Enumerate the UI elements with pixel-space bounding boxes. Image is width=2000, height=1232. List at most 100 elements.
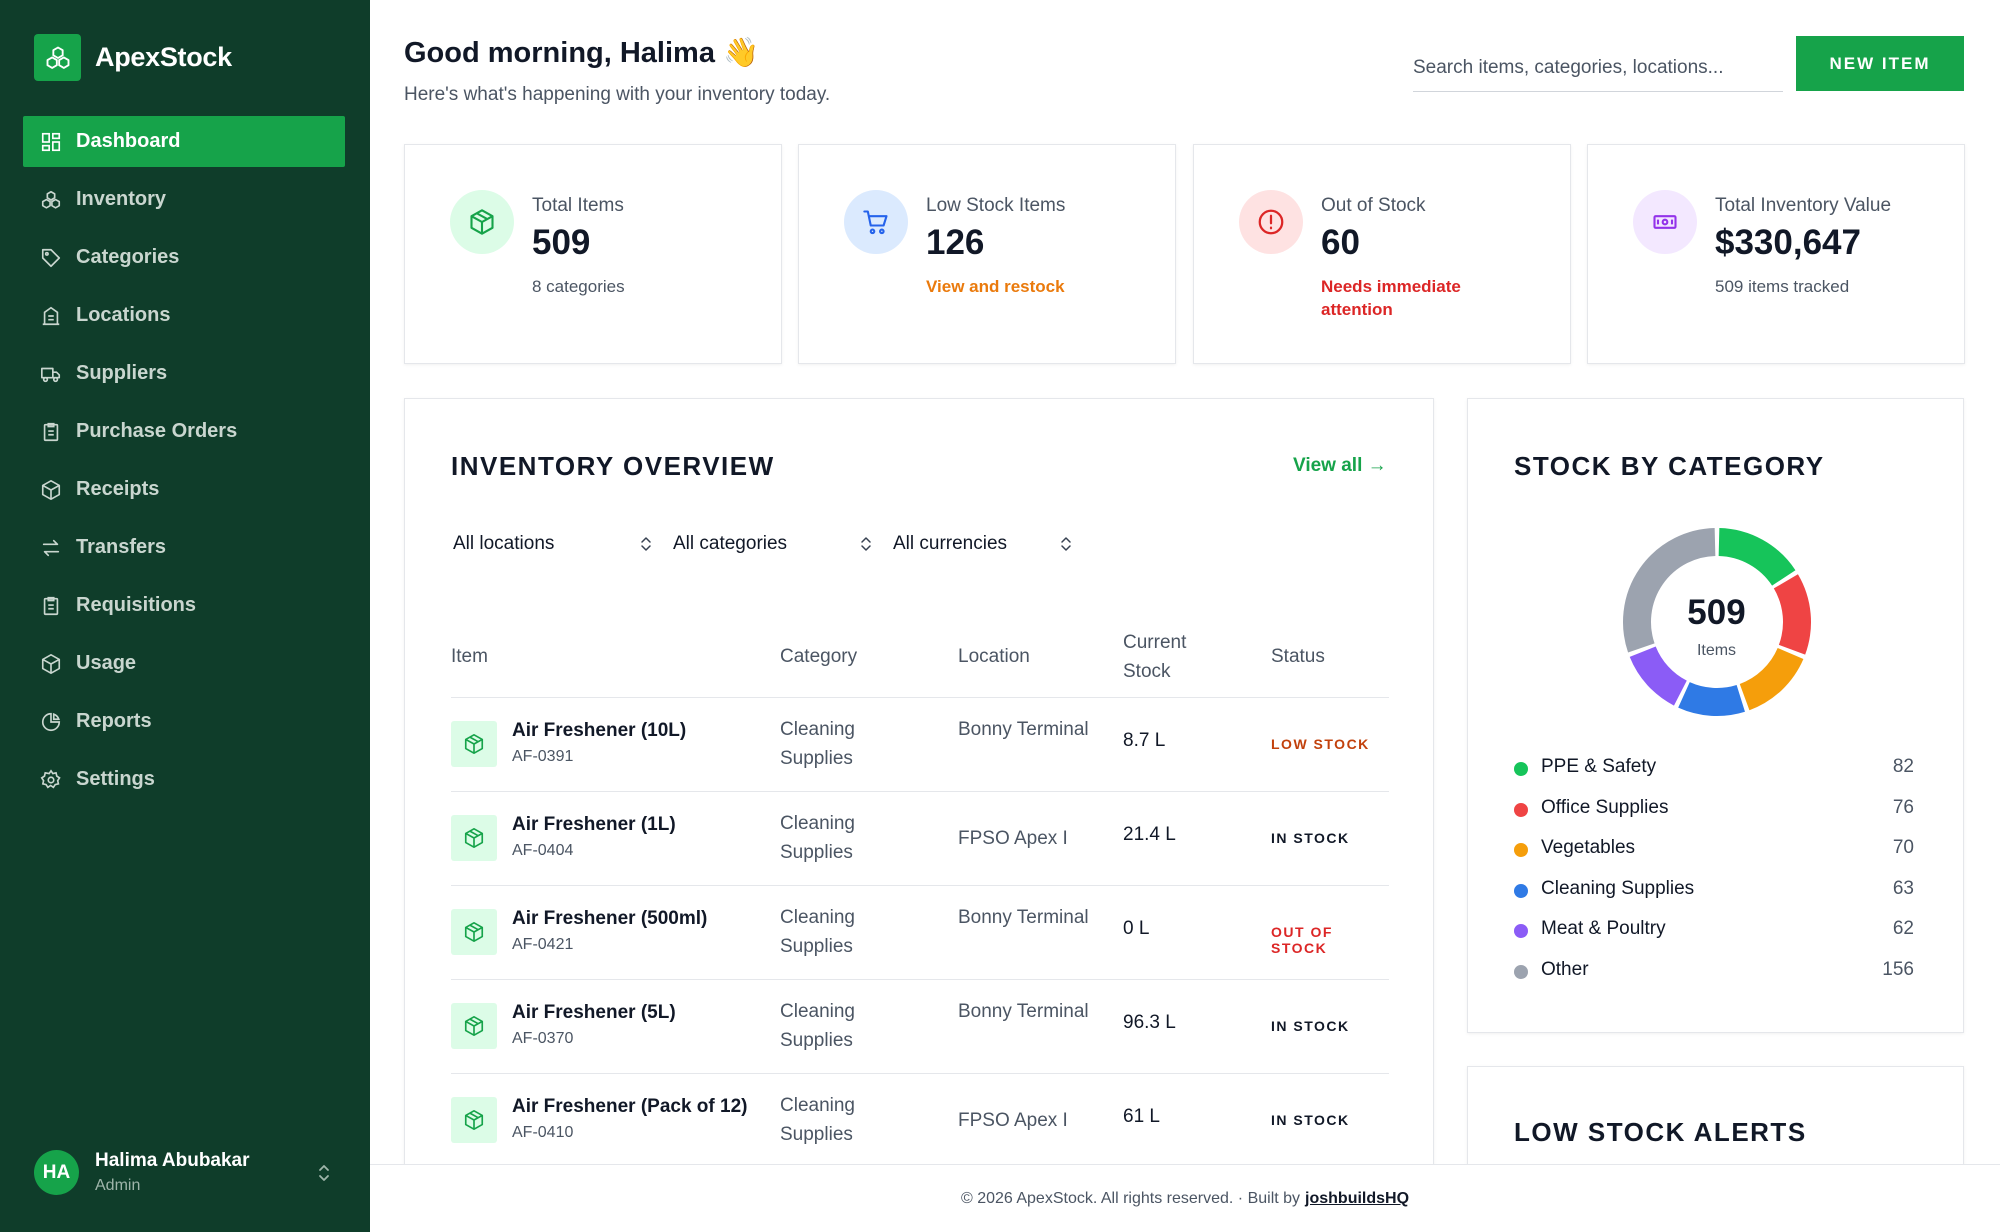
status-badge: OUT OF STOCK (1271, 924, 1333, 956)
new-item-button[interactable]: NEW ITEM (1796, 36, 1964, 91)
legend-item: Vegetables 70 (1514, 835, 1914, 865)
sidebar-item-label: Categories (76, 246, 180, 268)
item-location: FPSO Apex I (958, 1110, 1068, 1131)
page-subtitle: Here's what's happening with your invent… (404, 84, 831, 105)
status-badge: IN STOCK (1271, 1018, 1350, 1034)
box-icon (451, 815, 497, 861)
legend-name: Other (1541, 959, 1589, 980)
table-row[interactable]: Air Freshener (Pack of 12) AF-0410 Clean… (451, 1073, 1389, 1167)
pie-chart-icon (41, 712, 61, 731)
legend-dot (1514, 924, 1528, 938)
stat-subtext: 509 items tracked (1715, 277, 1850, 296)
sidebar-item-label: Usage (76, 652, 137, 674)
sidebar-item-label: Reports (76, 710, 152, 732)
legend-value: 76 (1892, 797, 1914, 818)
sidebar-item-requisitions[interactable]: Requisitions (23, 580, 345, 631)
item-category: Cleaning Supplies (780, 1001, 855, 1051)
stat-label: Low Stock Items (926, 195, 1066, 216)
legend-item: Other 156 (1514, 957, 1914, 987)
page-title: Good morning, Halima 👋 (404, 37, 760, 69)
column-header-status: Status (1271, 646, 1325, 667)
user-profile[interactable]: HA Halima Abubakar Admin (34, 1150, 334, 1195)
item-category: Cleaning Supplies (780, 907, 855, 957)
view-and-restock-link[interactable]: View and restock (926, 275, 1156, 298)
stat-label: Total Items (532, 195, 624, 216)
donut-total-label: Items (1696, 642, 1737, 659)
stat-value: 60 (1321, 223, 1360, 262)
footer-link[interactable]: joshbuildsHQ (1305, 1190, 1409, 1208)
box-icon (451, 1097, 497, 1143)
transfer-icon (42, 539, 60, 556)
currency-filter-select[interactable]: All currencies (893, 529, 1073, 559)
apexstock-logo-icon (34, 34, 81, 81)
table-row[interactable]: Air Freshener (10L) AF-0391 Cleaning Sup… (451, 697, 1389, 791)
table-row[interactable]: Air Freshener (500ml) AF-0421 Cleaning S… (451, 885, 1389, 979)
sidebar-item-suppliers[interactable]: Suppliers (23, 348, 345, 399)
clipboard-icon (43, 596, 59, 615)
alert-icon (1239, 190, 1303, 254)
search-input[interactable] (1413, 44, 1783, 92)
sidebar-item-inventory[interactable]: Inventory (23, 174, 345, 225)
sidebar-item-label: Locations (76, 304, 171, 326)
sidebar-item-usage[interactable]: Usage (23, 638, 345, 689)
sidebar-item-reports[interactable]: Reports (23, 696, 345, 747)
sidebar-item-label: Dashboard (76, 130, 181, 152)
view-all-link[interactable]: View all → (1293, 455, 1387, 477)
sidebar-item-settings[interactable]: Settings (23, 754, 345, 805)
legend-name: Vegetables (1541, 837, 1636, 858)
legend-dot (1514, 884, 1528, 898)
stat-card-low-stock: Low Stock Items 126 View and restock (798, 144, 1176, 364)
table-row[interactable]: Air Freshener (5L) AF-0370 Cleaning Supp… (451, 979, 1389, 1073)
sidebar-item-purchase-orders[interactable]: Purchase Orders (23, 406, 345, 457)
sidebar-item-receipts[interactable]: Receipts (23, 464, 345, 515)
legend-dot (1514, 965, 1528, 979)
item-location: Bonny Terminal (958, 1001, 1089, 1022)
chevron-up-down-icon[interactable] (314, 1162, 334, 1184)
sidebar-item-label: Receipts (76, 478, 160, 500)
status-badge: IN STOCK (1271, 1112, 1350, 1128)
legend-value: 63 (1892, 878, 1914, 899)
chevron-up-down-icon (1061, 537, 1071, 551)
legend-value: 156 (1882, 959, 1914, 980)
table-row[interactable]: Air Freshener (1L) AF-0404 Cleaning Supp… (451, 791, 1389, 885)
donut-slice-vegetables (1739, 647, 1804, 711)
brand[interactable]: ApexStock (34, 34, 232, 81)
sidebar-item-label: Inventory (76, 188, 167, 210)
donut-total: 509 (1687, 593, 1746, 632)
stat-subtext: 8 categories (532, 277, 625, 296)
item-category: Cleaning Supplies (780, 1095, 855, 1145)
package-icon (41, 653, 61, 674)
sidebar-item-dashboard[interactable]: Dashboard (23, 116, 345, 167)
sidebar-item-label: Settings (76, 768, 155, 790)
column-header-category: Category (780, 646, 858, 667)
item-code: AF-0421 (512, 936, 574, 953)
item-stock: 61 L (1123, 1106, 1160, 1127)
item-stock: 96.3 L (1123, 1012, 1176, 1033)
legend-value: 70 (1892, 837, 1914, 858)
legend-value: 62 (1892, 918, 1914, 939)
avatar: HA (34, 1150, 79, 1195)
stock-by-category-panel: STOCK BY CATEGORY 509 Items PPE & Safety… (1467, 398, 1964, 1033)
legend-dot (1514, 762, 1528, 776)
sidebar-item-transfers[interactable]: Transfers (23, 522, 345, 573)
stat-value: $330,647 (1715, 223, 1861, 262)
legend-item: PPE & Safety 82 (1514, 754, 1914, 784)
item-name: Air Freshener (5L) (512, 1002, 676, 1023)
stat-label: Out of Stock (1321, 195, 1426, 216)
sidebar-item-categories[interactable]: Categories (23, 232, 345, 283)
category-filter-select[interactable]: All categories (673, 529, 873, 559)
legend-dot (1514, 803, 1528, 817)
item-location: Bonny Terminal (958, 907, 1089, 928)
status-badge: IN STOCK (1271, 830, 1350, 846)
location-filter-select[interactable]: All locations (453, 529, 653, 559)
legend-item: Cleaning Supplies 63 (1514, 876, 1914, 906)
donut-slice-cleaning-supplies (1678, 681, 1745, 716)
stat-card-out-of-stock: Out of Stock 60 Needs immediate attentio… (1193, 144, 1571, 364)
item-category: Cleaning Supplies (780, 719, 855, 769)
column-header-item: Item (451, 646, 488, 667)
legend-name: Meat & Poultry (1541, 918, 1666, 939)
sidebar-item-label: Requisitions (76, 594, 197, 616)
legend-value: 82 (1892, 756, 1914, 777)
sidebar-item-locations[interactable]: Locations (23, 290, 345, 341)
box-icon (451, 909, 497, 955)
